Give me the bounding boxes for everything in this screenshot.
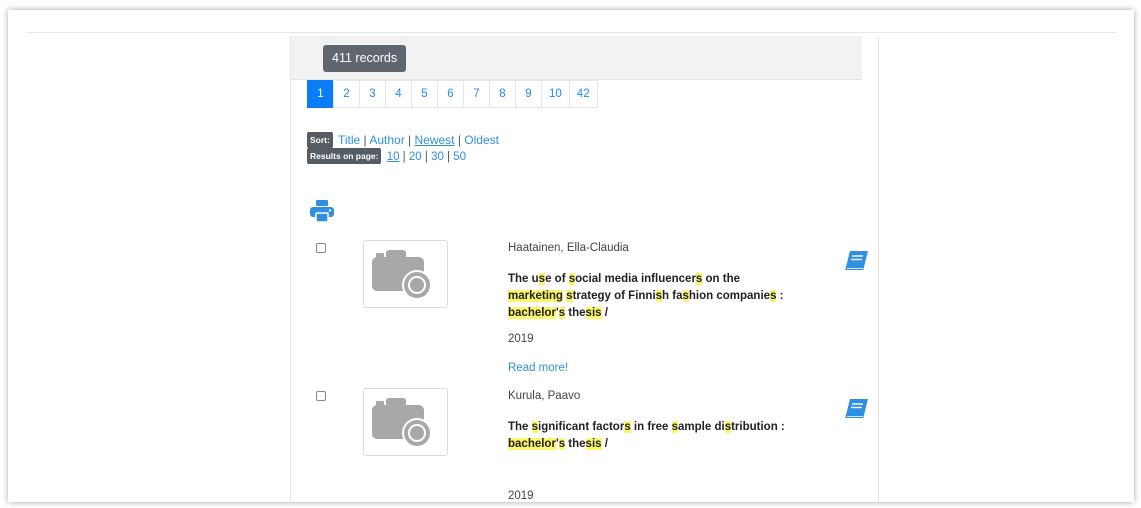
page-link-1[interactable]: 1 xyxy=(307,80,334,108)
select-record-checkbox[interactable] xyxy=(316,391,326,401)
records-count-badge: 411 records xyxy=(323,45,407,72)
per-page-option-50[interactable]: 50 xyxy=(453,151,466,163)
page-link-8[interactable]: 8 xyxy=(489,80,516,108)
record-author: Kurula, Paavo xyxy=(508,390,581,402)
sort-option-newest[interactable]: Newest xyxy=(414,133,454,147)
record-thumbnail[interactable] xyxy=(363,388,448,456)
search-term-highlight: s xyxy=(682,290,689,302)
search-term-highlight: s xyxy=(770,290,777,302)
page-link-2[interactable]: 2 xyxy=(333,80,360,108)
search-term-highlight: bachelor xyxy=(508,438,556,450)
read-more-link[interactable]: Read more! xyxy=(508,362,568,374)
search-term-highlight: s xyxy=(724,421,732,433)
camera-icon xyxy=(372,398,432,448)
page-link-42[interactable]: 42 xyxy=(568,80,598,108)
search-term-highlight: s xyxy=(531,421,539,433)
record-title[interactable]: The significant factors in free sample d… xyxy=(508,419,828,453)
sort-option-author[interactable]: Author xyxy=(369,133,404,147)
sort-tag: Sort: xyxy=(307,132,333,148)
results-per-page-options: Results on page: 10 | 20 | 30 | 50 xyxy=(307,148,466,164)
search-term-highlight: sis xyxy=(585,438,602,450)
search-term-highlight: s xyxy=(695,273,703,285)
option-separator: | xyxy=(421,151,432,163)
page-link-9[interactable]: 9 xyxy=(515,80,542,108)
results-per-page-tag: Results on page: xyxy=(307,148,382,164)
search-term-highlight: s xyxy=(655,290,663,302)
sort-option-title[interactable]: Title xyxy=(338,133,360,147)
per-page-option-10[interactable]: 10 xyxy=(387,151,400,163)
search-term-highlight: sis xyxy=(585,307,602,319)
printer-icon[interactable] xyxy=(309,199,335,223)
search-results-panel: 411 records 1 2 3 4 5 6 7 8 9 10 42 Sort: Title | … xyxy=(290,36,879,502)
page-link-5[interactable]: 5 xyxy=(411,80,438,108)
camera-icon xyxy=(372,250,432,300)
search-term-highlight: s xyxy=(671,421,679,433)
page-link-4[interactable]: 4 xyxy=(385,80,412,108)
option-separator: | xyxy=(360,133,370,147)
sort-option-oldest[interactable]: Oldest xyxy=(464,133,499,147)
search-term-highlight: s xyxy=(538,273,546,285)
record-year: 2019 xyxy=(508,333,534,345)
per-page-option-20[interactable]: 20 xyxy=(409,151,422,163)
search-term-highlight: s xyxy=(558,307,566,319)
page-link-10[interactable]: 10 xyxy=(541,80,570,108)
search-term-highlight: s xyxy=(566,290,573,302)
option-separator: | xyxy=(443,151,454,163)
select-record-checkbox[interactable] xyxy=(316,243,326,253)
search-term-highlight: bachelor xyxy=(508,307,556,319)
page-link-6[interactable]: 6 xyxy=(437,80,464,108)
browser-frame: 411 records 1 2 3 4 5 6 7 8 9 10 42 Sort: Title | … xyxy=(8,10,1134,502)
search-term-highlight: s xyxy=(624,421,631,433)
sort-options: Sort: Title | Author | Newest | Oldest xyxy=(307,132,499,148)
option-separator: | xyxy=(404,133,415,147)
book-icon[interactable] xyxy=(844,398,870,420)
search-term-highlight: marketing xyxy=(508,290,563,302)
per-page-option-30[interactable]: 30 xyxy=(431,151,444,163)
record-year: 2019 xyxy=(508,490,534,502)
page-link-3[interactable]: 3 xyxy=(359,80,386,108)
book-icon[interactable] xyxy=(844,250,870,272)
record-thumbnail[interactable] xyxy=(363,240,448,308)
option-separator: | xyxy=(399,151,409,163)
records-bar: 411 records xyxy=(291,36,862,80)
search-term-highlight: s xyxy=(568,273,576,285)
record-author: Haatainen, Ella-Claudia xyxy=(508,242,629,254)
search-term-highlight: s xyxy=(558,438,566,450)
header-divider xyxy=(26,32,1116,33)
page-link-7[interactable]: 7 xyxy=(463,80,490,108)
pagination: 1 2 3 4 5 6 7 8 9 10 42 xyxy=(307,80,598,108)
record-title[interactable]: The use of social media influencers on t… xyxy=(508,271,828,322)
option-separator: | xyxy=(454,133,465,147)
